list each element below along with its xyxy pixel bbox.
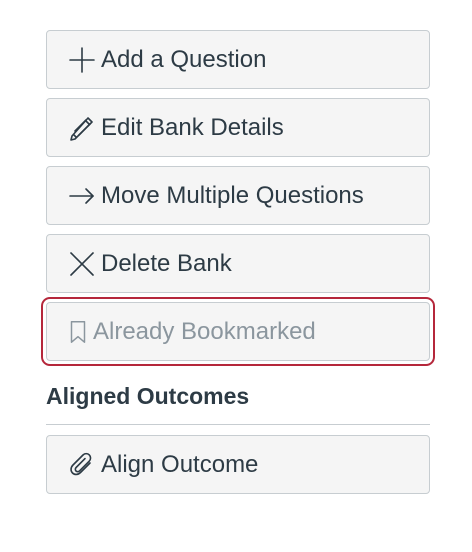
edit-bank-details-label: Edit Bank Details <box>101 113 284 141</box>
paperclip-icon <box>67 450 97 480</box>
add-question-label: Add a Question <box>101 45 267 73</box>
add-question-button[interactable]: Add a Question <box>46 30 430 89</box>
plus-icon <box>67 45 97 75</box>
edit-bank-details-button[interactable]: Edit Bank Details <box>46 98 430 157</box>
move-multiple-questions-button[interactable]: Move Multiple Questions <box>46 166 430 225</box>
align-outcome-label: Align Outcome <box>101 450 259 478</box>
bookmark-icon <box>67 317 89 347</box>
arrow-right-icon <box>67 181 97 211</box>
pencil-icon <box>67 113 97 143</box>
delete-bank-button[interactable]: Delete Bank <box>46 234 430 293</box>
move-multiple-questions-label: Move Multiple Questions <box>101 181 364 209</box>
question-bank-actions: Add a Question Edit Bank Details Move Mu… <box>46 30 430 503</box>
already-bookmarked-label: Already Bookmarked <box>93 317 316 345</box>
align-outcome-button[interactable]: Align Outcome <box>46 435 430 494</box>
delete-bank-label: Delete Bank <box>101 249 232 277</box>
x-icon <box>67 249 97 279</box>
aligned-outcomes-heading: Aligned Outcomes <box>46 383 430 425</box>
already-bookmarked-button[interactable]: Already Bookmarked <box>46 302 430 361</box>
